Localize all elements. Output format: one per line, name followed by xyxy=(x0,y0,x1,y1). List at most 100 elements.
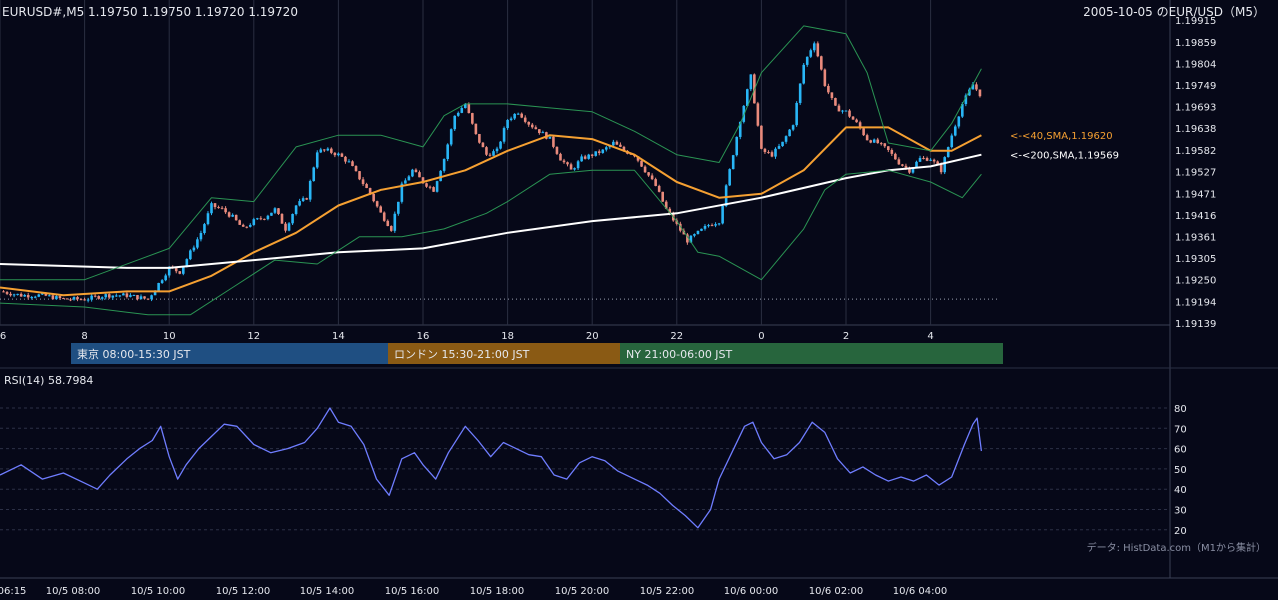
candle-down xyxy=(330,148,333,153)
candle-up xyxy=(495,148,499,152)
sma200-label: <-<200,SMA,1.19569 xyxy=(1010,151,1119,162)
candle-up xyxy=(605,147,608,150)
candle-down xyxy=(883,143,887,147)
candle-up xyxy=(946,147,950,158)
candle-down xyxy=(62,298,65,300)
candle-up xyxy=(435,181,439,192)
candle-down xyxy=(93,295,97,297)
candle-down xyxy=(834,98,837,106)
candle-up xyxy=(157,282,160,291)
candle-down xyxy=(816,43,820,57)
candle-down xyxy=(932,159,936,162)
candle-down xyxy=(76,297,79,300)
candle-down xyxy=(333,152,337,156)
chart-canvas: 1.199151.198591.198041.197491.196931.196… xyxy=(0,0,1278,597)
candle-up xyxy=(397,201,400,214)
candle-up xyxy=(337,153,340,156)
time-axis-label: 10/6 04:00 xyxy=(893,586,947,597)
candle-up xyxy=(37,294,41,297)
hour-tick-label: 4 xyxy=(927,331,933,342)
candle-up xyxy=(122,293,125,296)
candle-down xyxy=(862,128,865,136)
candle-down xyxy=(643,166,647,173)
candle-up xyxy=(499,141,502,149)
rsi-tick-label: 60 xyxy=(1174,445,1187,456)
price-tick-label: 1.19194 xyxy=(1175,298,1216,309)
candle-up xyxy=(287,223,291,231)
candle-down xyxy=(213,203,217,208)
price-tick-label: 1.19582 xyxy=(1175,146,1216,157)
candle-down xyxy=(259,218,263,220)
candle-up xyxy=(509,118,513,120)
candle-down xyxy=(760,125,763,149)
candle-up xyxy=(735,136,739,156)
candle-up xyxy=(189,250,192,260)
time-axis-label: 06:15 xyxy=(0,586,26,597)
candle-up xyxy=(273,208,277,213)
candle-up xyxy=(393,213,397,231)
candle-up xyxy=(460,108,464,113)
candle-up xyxy=(347,161,351,163)
candle-down xyxy=(217,207,220,209)
hour-tick-label: 0 xyxy=(758,331,764,342)
candle-down xyxy=(220,207,224,209)
time-axis-label: 10/5 10:00 xyxy=(131,586,185,597)
candle-up xyxy=(943,157,946,173)
candle-up xyxy=(16,293,19,295)
candle-down xyxy=(471,113,474,124)
candle-up xyxy=(798,83,802,103)
candle-down xyxy=(647,172,650,176)
candle-down xyxy=(428,186,432,188)
candle-down xyxy=(657,185,661,192)
candle-up xyxy=(749,74,753,90)
bollinger-band-line xyxy=(0,25,982,281)
candle-up xyxy=(721,205,724,224)
candle-down xyxy=(848,110,851,117)
session-label: ロンドン 15:30-21:00 JST xyxy=(394,348,530,361)
candle-up xyxy=(700,228,703,231)
candle-down xyxy=(538,129,541,133)
candle-down xyxy=(51,295,55,300)
candle-down xyxy=(474,123,478,134)
source-note: データ: HistData.com（M1から集計） xyxy=(1087,541,1266,554)
hour-tick-label: 16 xyxy=(417,331,430,342)
time-axis-label: 10/6 00:00 xyxy=(724,586,778,597)
candle-up xyxy=(308,180,312,200)
candle-down xyxy=(887,146,890,150)
time-axis-label: 10/5 16:00 xyxy=(385,586,439,597)
candle-up xyxy=(714,224,717,226)
candle-down xyxy=(897,159,901,165)
candle-down xyxy=(323,149,326,151)
candle-up xyxy=(950,135,954,148)
candle-up xyxy=(291,214,294,224)
time-axis-label: 10/5 12:00 xyxy=(216,586,270,597)
candle-up xyxy=(118,295,122,297)
candle-down xyxy=(418,172,421,178)
candle-up xyxy=(809,50,813,57)
candle-up xyxy=(115,295,118,297)
candle-down xyxy=(527,121,531,125)
candle-up xyxy=(456,112,460,116)
hour-tick-label: 18 xyxy=(501,331,514,342)
candle-down xyxy=(238,220,241,225)
price-tick-label: 1.19139 xyxy=(1175,319,1216,330)
hour-tick-label: 22 xyxy=(670,331,683,342)
candle-up xyxy=(576,161,580,169)
candle-up xyxy=(301,198,305,202)
candle-up xyxy=(312,167,316,181)
candle-up xyxy=(294,205,298,215)
candle-down xyxy=(901,164,904,166)
candle-down xyxy=(879,143,883,145)
candle-up xyxy=(929,159,932,161)
candle-down xyxy=(978,89,982,97)
candle-down xyxy=(467,103,471,114)
candle-down xyxy=(485,147,488,155)
candle-down xyxy=(569,164,573,170)
candle-down xyxy=(83,299,86,301)
candle-down xyxy=(534,127,538,130)
candle-up xyxy=(513,113,516,119)
price-tick-label: 1.19693 xyxy=(1175,103,1216,114)
candle-up xyxy=(918,157,922,162)
candle-down xyxy=(876,139,880,144)
candle-up xyxy=(601,149,605,153)
